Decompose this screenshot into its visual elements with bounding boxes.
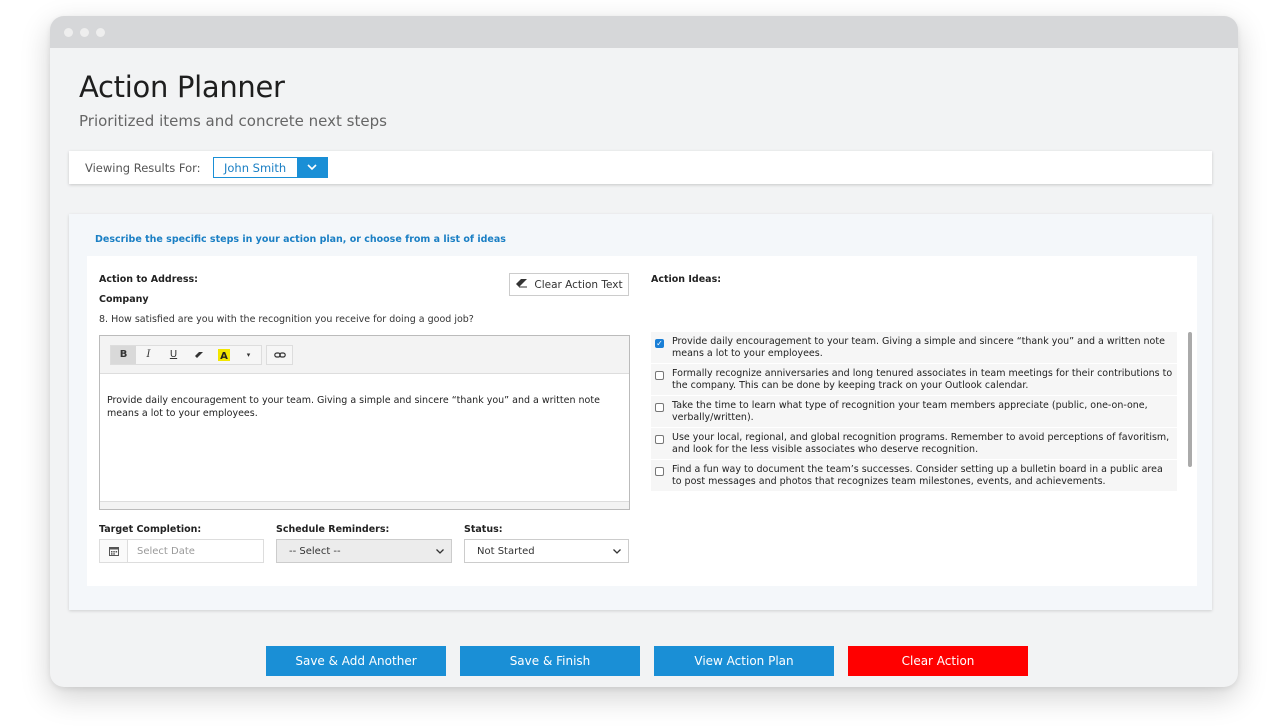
page-title: Action Planner (79, 70, 285, 104)
eraser-icon (515, 278, 528, 291)
link-button[interactable] (267, 346, 292, 364)
chevron-down-icon[interactable] (296, 158, 327, 177)
action-form: Action to Address: Company 8. How satisf… (87, 256, 1197, 586)
list-item[interactable]: ✓ Provide daily encouragement to your te… (651, 332, 1177, 364)
action-ideas-list: ✓ Provide daily encouragement to your te… (651, 332, 1177, 500)
ideas-scrollbar[interactable] (1188, 332, 1192, 467)
idea-checkbox[interactable] (655, 467, 664, 476)
idea-text: Formally recognize anniversaries and lon… (672, 368, 1173, 392)
highlight-dropdown-caret-icon[interactable]: ▾ (236, 346, 261, 364)
status-label: Status: (464, 524, 503, 535)
page-subtitle: Prioritized items and concrete next step… (79, 112, 387, 130)
idea-text: Find a fun way to document the team’s su… (672, 464, 1163, 488)
format-button-group: B I U A ▾ (110, 344, 262, 365)
list-item[interactable]: Take the time to learn what type of reco… (651, 396, 1177, 428)
window-dot-icon (64, 27, 73, 37)
eraser-icon (194, 351, 203, 358)
viewing-results-bar: Viewing Results For: John Smith (69, 151, 1212, 184)
action-to-address-label: Action to Address: (99, 274, 198, 285)
clear-format-button[interactable] (186, 346, 211, 364)
status-select[interactable]: Not Started (464, 539, 629, 563)
reminders-select-value: -- Select -- (289, 545, 341, 557)
window-dot-icon (96, 27, 105, 37)
view-action-plan-button[interactable]: View Action Plan (654, 646, 834, 676)
clear-action-text-button[interactable]: Clear Action Text (509, 273, 629, 296)
action-plan-card: Describe the specific steps in your acti… (69, 214, 1212, 610)
editor-resize-bar[interactable] (100, 501, 629, 509)
date-placeholder: Select Date (137, 545, 195, 557)
browser-window: Action Planner Prioritized items and con… (50, 16, 1238, 687)
link-icon (273, 351, 286, 358)
user-select-value[interactable]: John Smith (213, 158, 297, 177)
action-category: Company (99, 294, 149, 305)
list-item[interactable]: Find a fun way to document the team’s su… (651, 460, 1177, 492)
clear-action-button[interactable]: Clear Action (848, 646, 1028, 676)
target-completion-label: Target Completion: (99, 524, 202, 535)
highlight-icon: A (217, 348, 230, 361)
link-button-group (266, 344, 293, 365)
idea-text: Provide daily encouragement to your team… (672, 336, 1165, 360)
schedule-reminders-select[interactable]: -- Select -- (276, 539, 452, 563)
save-add-another-button[interactable]: Save & Add Another (266, 646, 446, 676)
schedule-reminders-label: Schedule Reminders: (276, 524, 390, 535)
survey-question: 8. How satisfied are you with the recogn… (99, 314, 474, 325)
idea-checkbox[interactable] (655, 371, 664, 380)
target-completion-date-input[interactable]: Select Date (99, 539, 264, 563)
idea-text: Take the time to learn what type of reco… (672, 400, 1148, 424)
svg-text:A: A (220, 351, 228, 361)
save-finish-button[interactable]: Save & Finish (460, 646, 640, 676)
italic-button[interactable]: I (136, 346, 161, 364)
idea-text: Use your local, regional, and global rec… (672, 432, 1170, 456)
action-text-editor[interactable]: B I U A ▾ Provide daily encouragement to… (99, 335, 630, 510)
clear-action-text-label: Clear Action Text (534, 278, 623, 291)
status-select-value: Not Started (477, 545, 535, 557)
list-item[interactable]: Formally recognize anniversaries and lon… (651, 364, 1177, 396)
editor-toolbar: B I U A ▾ (100, 336, 629, 374)
action-ideas-label: Action Ideas: (651, 274, 722, 285)
idea-checkbox[interactable]: ✓ (655, 339, 664, 348)
card-heading: Describe the specific steps in your acti… (95, 234, 506, 245)
editor-content[interactable]: Provide daily encouragement to your team… (100, 374, 629, 420)
viewing-results-label: Viewing Results For: (85, 160, 201, 175)
calendar-icon[interactable] (100, 540, 128, 562)
idea-checkbox[interactable] (655, 435, 664, 444)
chevron-down-icon (436, 546, 444, 557)
idea-checkbox[interactable] (655, 403, 664, 412)
underline-button[interactable]: U (161, 346, 186, 364)
window-dot-icon (80, 27, 89, 37)
chevron-down-icon (613, 546, 621, 557)
bold-button[interactable]: B (111, 345, 136, 364)
user-select[interactable]: John Smith (212, 157, 328, 178)
window-titlebar (50, 16, 1238, 48)
list-item[interactable]: Use your local, regional, and global rec… (651, 428, 1177, 460)
highlight-color-button[interactable]: A (211, 346, 236, 364)
